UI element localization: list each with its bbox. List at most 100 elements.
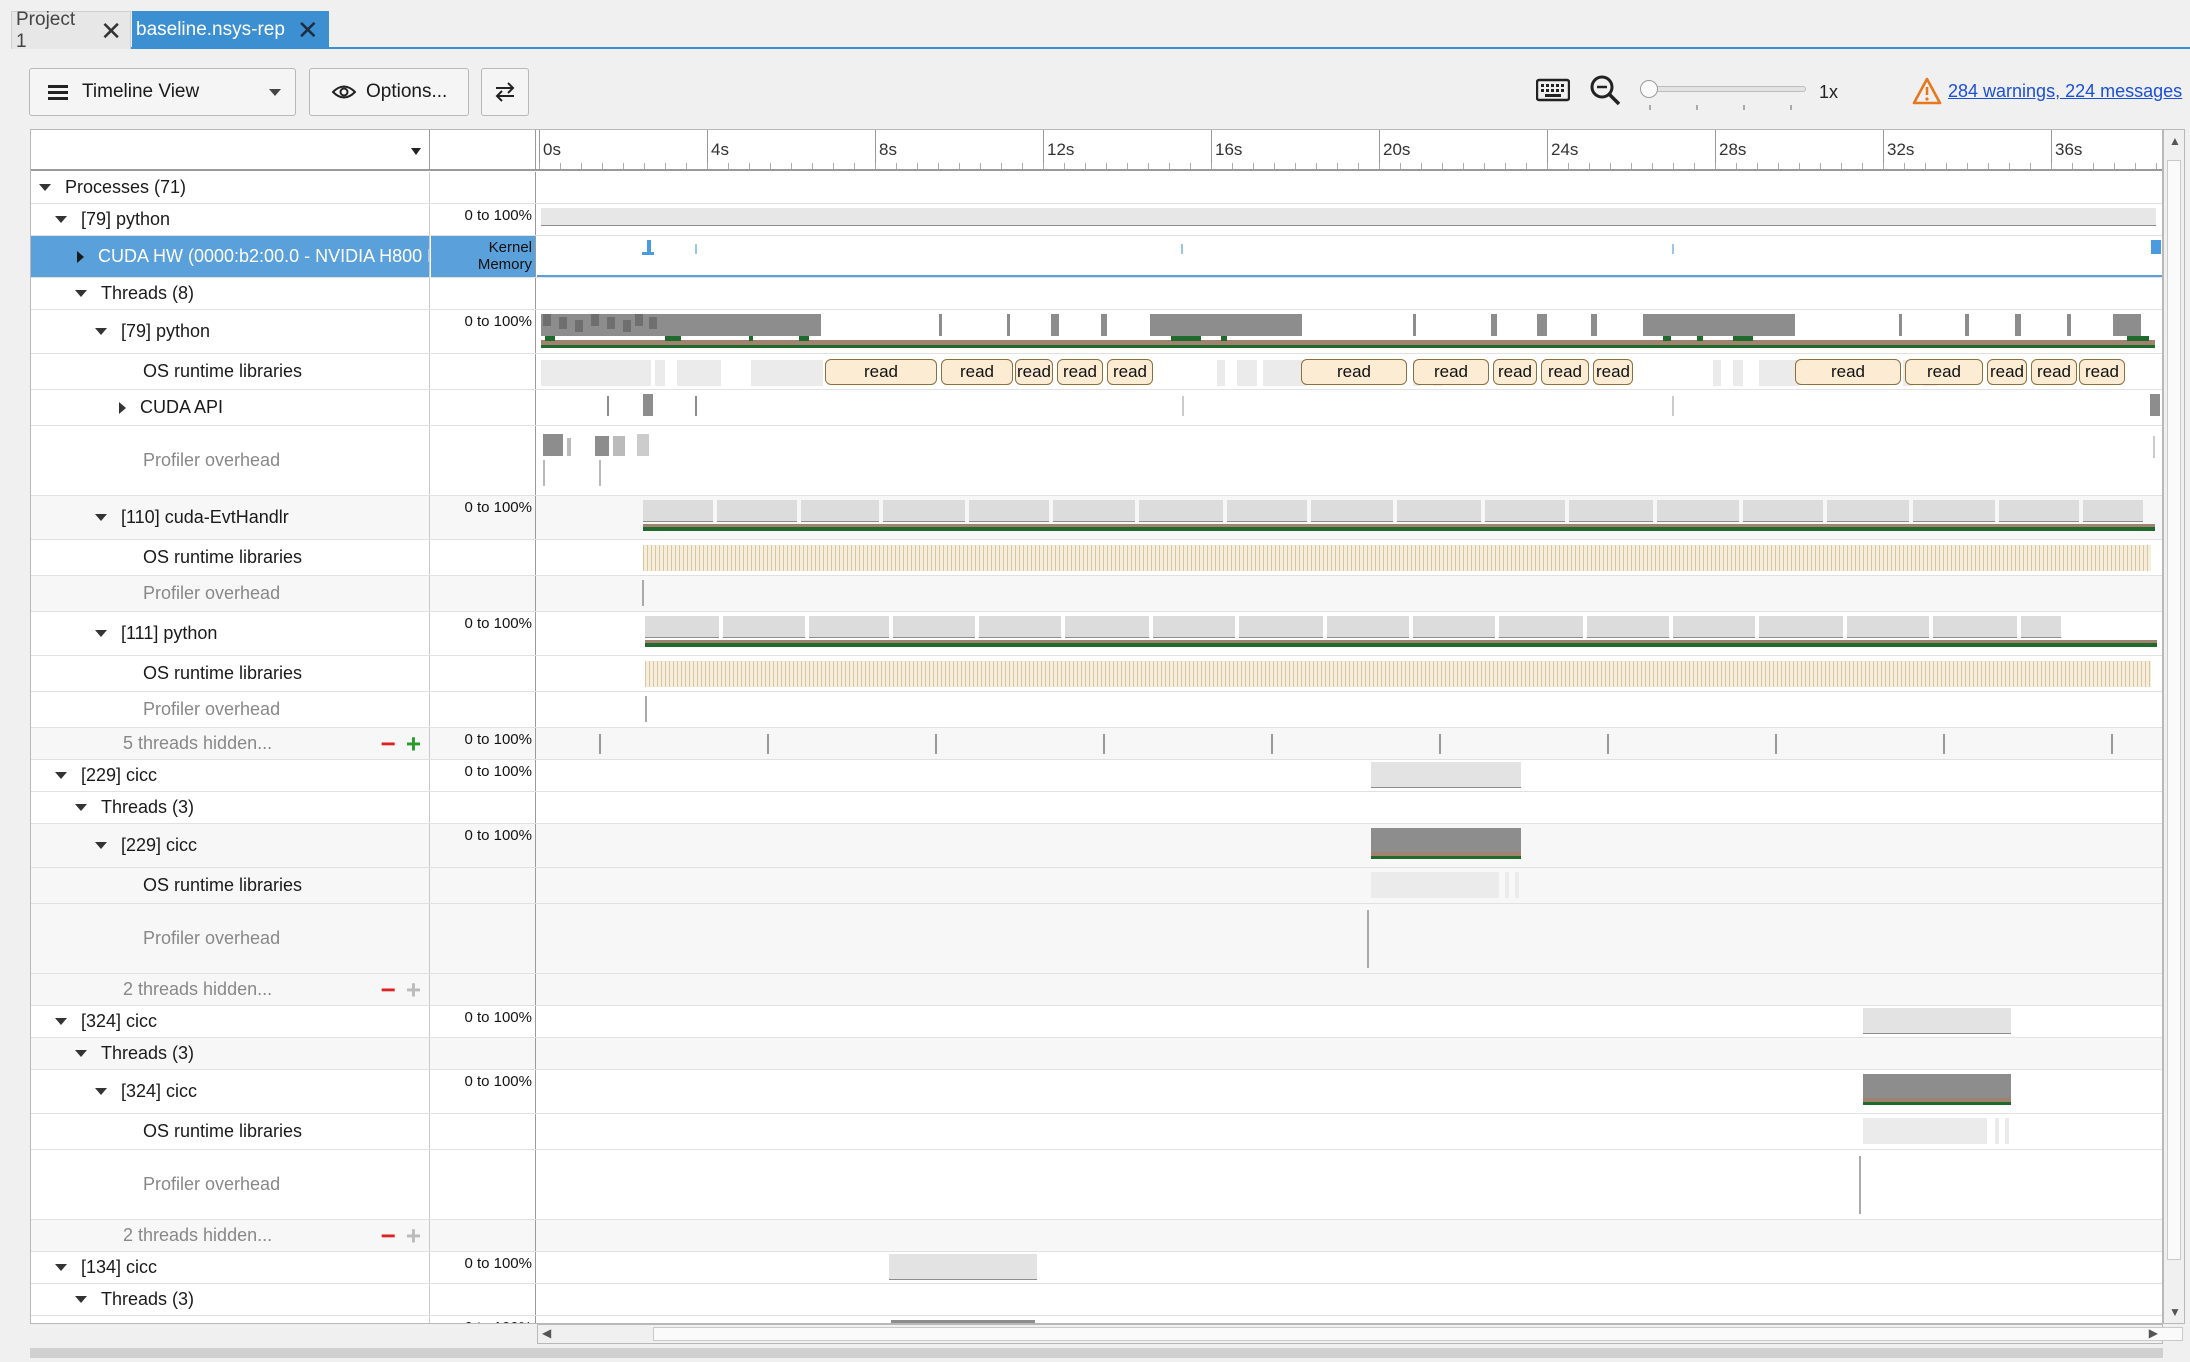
read-call-block[interactable]: read [941,359,1013,385]
collapse-icon[interactable] [95,1088,107,1095]
collapse-icon[interactable] [75,1050,87,1057]
swap-button[interactable] [481,68,529,116]
thread-state-bar[interactable] [1863,1102,2011,1105]
kernel-mark[interactable] [1181,244,1183,254]
thread-state-bar[interactable] [643,527,2155,531]
collapse-icon[interactable] [55,216,67,223]
thread-activity-bar[interactable] [2113,314,2141,336]
os-runtime-activity[interactable] [645,661,2151,687]
overhead-mark[interactable] [599,460,601,486]
overhead-mark[interactable] [543,434,563,456]
kernel-mark[interactable] [642,252,654,255]
tree-row-thread-324[interactable]: [324] cicc 0 to 100% [31,1070,2162,1114]
collapse-icon[interactable] [55,772,67,779]
hidden-thread-mark[interactable] [1943,734,1945,754]
thread-activity-bar[interactable] [1673,616,1755,638]
tree-row-thread-324-profiler-overhead[interactable]: Profiler overhead [31,1150,2162,1220]
thread-activity-bar[interactable] [1485,500,1565,522]
os-runtime-activity[interactable] [1713,360,1721,386]
thread-state-bar[interactable] [1171,336,1201,341]
thread-activity-bar[interactable] [1397,500,1481,522]
hidden-thread-mark[interactable] [767,734,769,754]
collapse-icon[interactable] [95,328,107,335]
chevron-down-icon[interactable] [411,148,421,155]
tree-row-thread-110[interactable]: [110] cuda-EvtHandlr 0 to 100% [31,496,2162,540]
thread-activity-bar[interactable] [1327,616,1409,638]
tree-row-process-134[interactable]: [134] cicc 0 to 100% [31,1252,2162,1284]
hidden-thread-mark[interactable] [1271,734,1273,754]
thread-state-bar[interactable] [541,345,2155,348]
collapse-icon[interactable] [55,1264,67,1271]
overhead-mark[interactable] [645,696,647,722]
thread-activity-bar[interactable] [1899,314,1902,336]
thread-activity-bar[interactable] [979,616,1061,638]
tree-row-process-134-threads[interactable]: Threads (3) [31,1284,2162,1316]
os-runtime-activity[interactable] [541,360,651,386]
overhead-mark[interactable] [637,434,649,456]
thread-activity-bar[interactable] [2067,314,2071,336]
os-runtime-activity[interactable] [2005,1118,2009,1144]
thread-activity-bar[interactable] [883,500,965,522]
hidden-thread-mark[interactable] [1607,734,1609,754]
tree-row-thread-111-os-runtime[interactable]: OS runtime libraries [31,656,2162,692]
overhead-mark[interactable] [595,436,609,456]
thread-activity-bar[interactable] [1499,616,1583,638]
thread-activity-bar[interactable] [1413,314,1416,336]
api-call-mark[interactable] [1672,396,1674,416]
read-call-block[interactable]: read [1015,359,1053,385]
thread-activity-bar[interactable] [1139,500,1223,522]
hidden-thread-mark[interactable] [935,734,937,754]
scroll-up-arrow-icon[interactable]: ▲ [2169,134,2181,148]
collapse-icon[interactable] [95,630,107,637]
show-threads-button[interactable]: + [406,1220,421,1251]
thread-activity-bar[interactable] [1827,500,1909,522]
thread-activity-bar[interactable] [1537,314,1547,336]
thread-activity-bar[interactable] [1053,500,1135,522]
thread-state-bar[interactable] [1371,856,1521,859]
os-runtime-activity[interactable] [1733,360,1743,386]
tree-row-thread-229-os-runtime[interactable]: OS runtime libraries [31,868,2162,904]
thread-activity-bar[interactable] [1913,500,1995,522]
tree-row-thread-111-profiler-overhead[interactable]: Profiler overhead [31,692,2162,728]
thread-activity-bar[interactable] [1311,500,1393,522]
os-runtime-activity[interactable] [1863,1118,1987,1144]
thread-activity-bar[interactable] [717,500,797,522]
thread-activity-bar[interactable] [1569,500,1653,522]
collapse-icon[interactable] [39,184,51,191]
api-call-mark[interactable] [2150,394,2160,416]
thread-activity-bar[interactable] [645,616,719,638]
os-runtime-activity[interactable] [655,360,665,386]
thread-activity-bar[interactable] [1065,616,1149,638]
tree-row-hidden-threads-2b[interactable]: 2 threads hidden... − + [31,1220,2162,1252]
collapse-icon[interactable] [75,804,87,811]
os-runtime-activity[interactable] [643,545,2151,571]
tree-row-thread-229[interactable]: [229] cicc 0 to 100% [31,824,2162,868]
thread-activity-bar[interactable] [1863,1074,2011,1098]
read-call-block[interactable]: read [1057,359,1103,385]
thread-activity-bar[interactable] [939,314,942,336]
tree-row-process-324-threads[interactable]: Threads (3) [31,1038,2162,1070]
collapse-icon[interactable] [95,514,107,521]
thread-state-bar[interactable] [1221,336,1227,341]
tree-row-process-229[interactable]: [229] cicc 0 to 100% [31,760,2162,792]
vertical-scrollbar[interactable]: ▲ ▼ [2163,129,2185,1324]
thread-state-bar[interactable] [665,336,681,341]
hidden-thread-mark[interactable] [599,734,601,754]
hide-threads-button[interactable]: − [381,974,396,1005]
tree-row-hidden-threads-5[interactable]: 5 threads hidden... − + 0 to 100% [31,728,2162,760]
thread-activity-bar[interactable] [2021,616,2061,638]
thread-state-bar[interactable] [545,336,555,341]
os-runtime-activity[interactable] [1371,872,1499,898]
thread-state-bar[interactable] [2127,336,2149,341]
thread-activity-bar[interactable] [1759,616,1843,638]
tree-row-thread-79-profiler-overhead[interactable]: Profiler overhead [31,426,2162,496]
api-call-mark[interactable] [643,394,653,416]
zoom-out-icon[interactable] [1589,74,1623,108]
tree-row-thread-79-cuda-api[interactable]: CUDA API [31,390,2162,426]
thread-state-bar[interactable] [1733,336,1753,341]
thread-activity-bar[interactable] [1153,616,1235,638]
thread-activity-bar[interactable] [635,314,643,326]
close-icon[interactable]: ✕ [100,18,122,44]
scroll-down-arrow-icon[interactable]: ▼ [2169,1305,2181,1319]
read-call-block[interactable]: read [1493,359,1537,385]
